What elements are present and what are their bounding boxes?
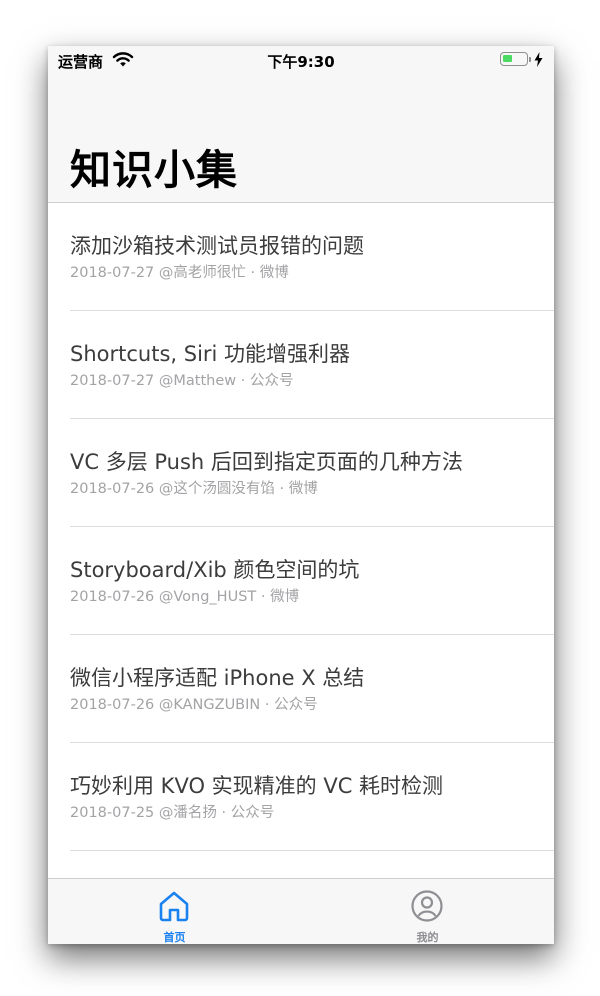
list-item[interactable]: VC 多层 Push 后回到指定页面的几种方法 2018-07-26 @这个汤圆… xyxy=(70,419,554,527)
list-item[interactable]: 微信小程序适配 iPhone X 总结 2018-07-26 @KANGZUBI… xyxy=(70,635,554,743)
user-icon xyxy=(411,890,443,922)
article-meta: 2018-07-26 @Vong_HUST · 微博 xyxy=(70,589,300,605)
article-title: 微信小程序适配 iPhone X 总结 xyxy=(70,666,365,690)
status-bar: 运营商 下午9:30 xyxy=(48,46,554,74)
article-title: 添加沙箱技术测试员报错的问题 xyxy=(70,234,364,258)
list-item[interactable]: 巧妙利用 KVO 实现精准的 VC 耗时检测 2018-07-25 @潘名扬 ·… xyxy=(70,743,554,851)
status-time: 下午9:30 xyxy=(267,53,335,71)
list-item[interactable]: Storyboard/Xib 颜色空间的坑 2018-07-26 @Vong_H… xyxy=(70,527,554,635)
page-title: 知识小集 xyxy=(70,146,238,194)
article-meta: 2018-07-26 @KANGZUBIN · 公众号 xyxy=(70,697,318,713)
tab-mine[interactable]: 我的 xyxy=(301,879,554,944)
tab-home-label: 首页 xyxy=(163,931,186,944)
phone-screen: 运营商 下午9:30 知识小集 添加沙箱技术测试员报错的问题 2018-07-2… xyxy=(48,46,554,944)
list-item[interactable]: Shortcuts, Siri 功能增强利器 2018-07-27 @Matth… xyxy=(70,311,554,419)
article-title: Shortcuts, Siri 功能增强利器 xyxy=(70,342,351,366)
list-item[interactable]: 添加沙箱技术测试员报错的问题 2018-07-27 @高老师很忙 · 微博 xyxy=(70,203,554,311)
article-meta: 2018-07-25 @潘名扬 · 公众号 xyxy=(70,805,275,821)
article-title: VC 多层 Push 后回到指定页面的几种方法 xyxy=(70,450,463,474)
battery-level xyxy=(503,55,512,62)
charging-bolt-icon xyxy=(534,52,543,67)
tab-bar: 首页 我的 xyxy=(48,878,554,944)
battery-icon xyxy=(500,52,528,66)
article-list: 添加沙箱技术测试员报错的问题 2018-07-27 @高老师很忙 · 微博 Sh… xyxy=(48,203,554,851)
navigation-bar: 知识小集 xyxy=(48,74,554,203)
home-icon xyxy=(159,891,189,922)
article-meta: 2018-07-27 @高老师很忙 · 微博 xyxy=(70,265,289,281)
tab-home[interactable]: 首页 xyxy=(48,879,301,944)
article-meta: 2018-07-27 @Matthew · 公众号 xyxy=(70,373,294,389)
tab-mine-label: 我的 xyxy=(416,931,439,944)
article-title: 巧妙利用 KVO 实现精准的 VC 耗时检测 xyxy=(70,774,444,798)
battery-cap xyxy=(529,57,531,62)
article-meta: 2018-07-26 @这个汤圆没有馅 · 微博 xyxy=(70,481,318,497)
article-title: Storyboard/Xib 颜色空间的坑 xyxy=(70,558,360,582)
